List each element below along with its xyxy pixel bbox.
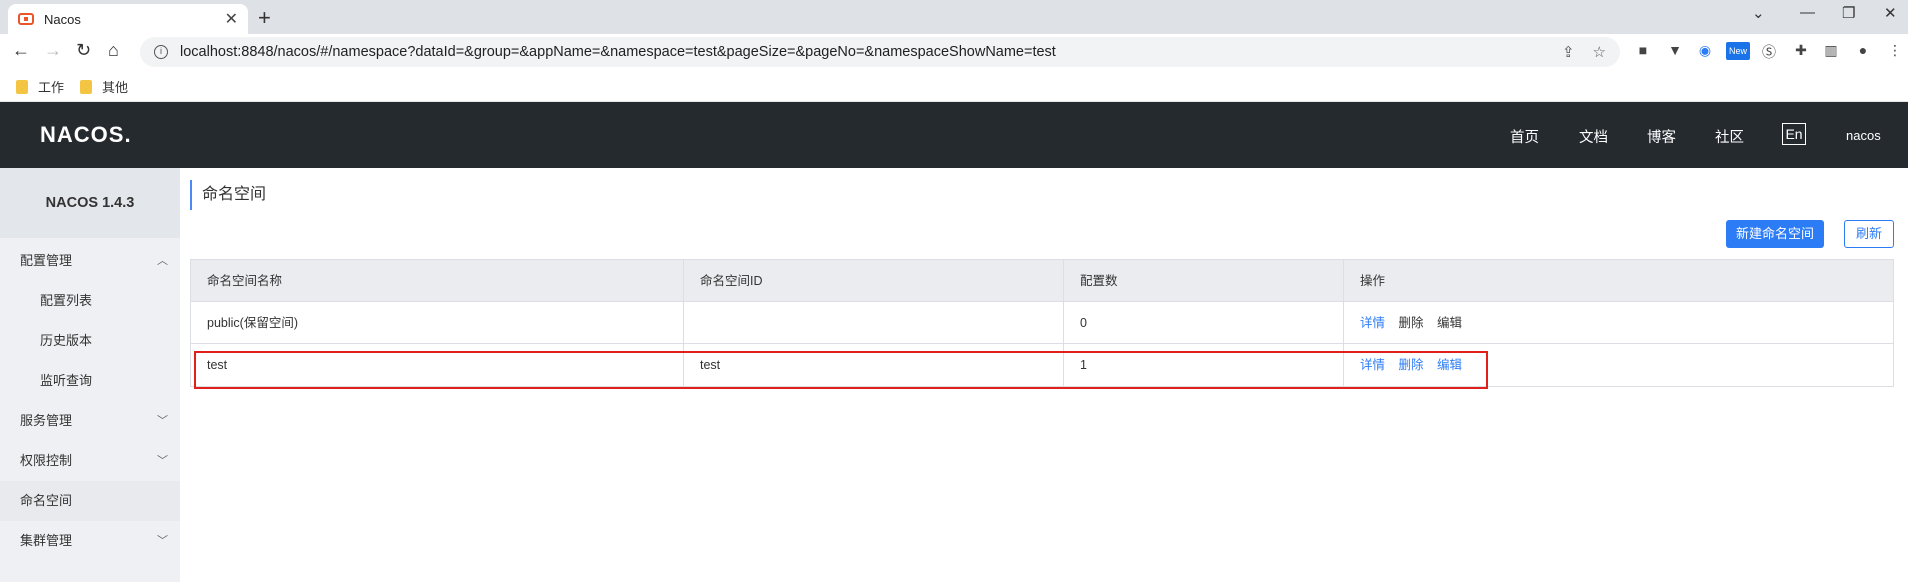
namespace-name-cell: test bbox=[191, 344, 684, 386]
chevron-up-icon: ︿ bbox=[157, 255, 168, 267]
column-header-config-count: 配置数 bbox=[1064, 260, 1344, 302]
chevron-down-icon: ﹀ bbox=[157, 455, 168, 467]
sidebar-item-label: 配置列表 bbox=[40, 293, 93, 308]
bookmark-label: 工作 bbox=[38, 80, 65, 95]
browser-menu-icon[interactable]: ⋮ bbox=[1886, 42, 1904, 60]
side-panel-icon[interactable]: ▥ bbox=[1822, 42, 1840, 60]
chevron-down-icon: ﹀ bbox=[157, 535, 168, 547]
reload-icon[interactable]: ↻ bbox=[76, 40, 91, 61]
sidebar-item-namespace[interactable]: 命名空间 bbox=[0, 481, 180, 521]
home-icon[interactable]: ⌂ bbox=[108, 40, 119, 61]
sidebar-item-service-management[interactable]: 服务管理 ﹀ bbox=[0, 401, 180, 441]
edit-link[interactable]: 编辑 bbox=[1437, 358, 1462, 372]
table-header-row: 命名空间名称 命名空间ID 配置数 操作 bbox=[191, 260, 1893, 302]
nacos-logo[interactable]: NACOS. bbox=[40, 122, 132, 148]
app-header: NACOS. 首页 文档 博客 社区 En nacos bbox=[0, 102, 1908, 168]
extension-bear-icon[interactable]: ■ bbox=[1634, 42, 1652, 60]
nav-docs[interactable]: 文档 bbox=[1579, 126, 1608, 147]
sidebar-item-cluster-management[interactable]: 集群管理 ﹀ bbox=[0, 521, 180, 561]
language-switch[interactable]: En bbox=[1782, 123, 1806, 145]
create-namespace-button[interactable]: 新建命名空间 bbox=[1726, 220, 1824, 248]
bookmarks-bar: 工作 其他 bbox=[0, 70, 1908, 102]
operations-cell: 详情 删除 编辑 bbox=[1344, 344, 1895, 386]
sidebar-item-label: 监听查询 bbox=[40, 373, 93, 388]
extension-circle-icon[interactable]: ◉ bbox=[1696, 42, 1714, 60]
refresh-button[interactable]: 刷新 bbox=[1844, 220, 1894, 248]
edit-link[interactable]: 编辑 bbox=[1437, 316, 1462, 330]
sidebar-item-label: 权限控制 bbox=[20, 453, 73, 468]
folder-icon bbox=[80, 79, 92, 94]
details-link[interactable]: 详情 bbox=[1360, 358, 1385, 372]
folder-icon bbox=[16, 79, 28, 94]
bookmark-folder-work[interactable]: 工作 bbox=[16, 77, 64, 96]
share-icon[interactable]: ⇪ bbox=[1562, 43, 1575, 61]
nav-blog[interactable]: 博客 bbox=[1647, 126, 1676, 147]
details-link[interactable]: 详情 bbox=[1360, 316, 1385, 330]
close-tab-icon[interactable]: ✕ bbox=[225, 9, 238, 29]
sidebar-item-label: 集群管理 bbox=[20, 533, 73, 548]
config-count-cell: 1 bbox=[1064, 344, 1344, 386]
restore-icon[interactable]: ❐ bbox=[1842, 4, 1855, 22]
sidebar-item-history[interactable]: 历史版本 bbox=[0, 321, 180, 361]
sidebar: NACOS 1.4.3 配置管理 ︿ 配置列表 历史版本 监听查询 服务管理 ﹀… bbox=[0, 168, 180, 582]
nacos-favicon-icon bbox=[18, 13, 34, 25]
sidebar-item-label: 历史版本 bbox=[40, 333, 93, 348]
user-name[interactable]: nacos bbox=[1846, 128, 1881, 143]
bookmark-folder-other[interactable]: 其他 bbox=[80, 77, 128, 96]
version-label: NACOS 1.4.3 bbox=[0, 168, 180, 238]
address-bar[interactable]: i localhost:8848/nacos/#/namespace?dataI… bbox=[140, 37, 1620, 67]
close-window-icon[interactable]: ✕ bbox=[1884, 4, 1897, 22]
table-row: public(保留空间) 0 详情 删除 编辑 bbox=[191, 302, 1893, 344]
extension-s-icon[interactable]: Ⓢ bbox=[1760, 42, 1778, 60]
column-header-name: 命名空间名称 bbox=[191, 260, 684, 302]
config-count-cell: 0 bbox=[1064, 302, 1344, 344]
operations-cell: 详情 删除 编辑 bbox=[1344, 302, 1895, 344]
namespace-name-cell: public(保留空间) bbox=[191, 302, 684, 344]
nav-community[interactable]: 社区 bbox=[1715, 126, 1744, 147]
extension-new-icon[interactable]: New bbox=[1726, 42, 1750, 60]
tab-search-chevron-icon[interactable]: ⌄ bbox=[1752, 4, 1765, 22]
minimize-icon[interactable]: — bbox=[1800, 4, 1815, 21]
chevron-down-icon: ﹀ bbox=[157, 415, 168, 427]
nav-home[interactable]: 首页 bbox=[1510, 126, 1539, 147]
extension-v-icon[interactable]: ▼ bbox=[1666, 42, 1684, 60]
forward-arrow-icon[interactable]: → bbox=[44, 40, 62, 61]
tab-title: Nacos bbox=[44, 11, 81, 27]
bookmark-star-icon[interactable]: ☆ bbox=[1593, 43, 1606, 61]
page-title: 命名空间 bbox=[190, 180, 266, 210]
sidebar-item-listener-query[interactable]: 监听查询 bbox=[0, 361, 180, 401]
sidebar-item-label: 服务管理 bbox=[20, 413, 73, 428]
table-row: test test 1 详情 删除 编辑 bbox=[191, 344, 1893, 386]
extensions-puzzle-icon[interactable]: ✚ bbox=[1792, 42, 1810, 60]
delete-link[interactable]: 删除 bbox=[1399, 316, 1424, 330]
delete-link[interactable]: 删除 bbox=[1399, 358, 1424, 372]
site-info-icon[interactable]: i bbox=[154, 45, 168, 59]
sidebar-item-config-list[interactable]: 配置列表 bbox=[0, 281, 180, 321]
sidebar-item-label: 配置管理 bbox=[20, 253, 73, 268]
sidebar-item-config-management[interactable]: 配置管理 ︿ bbox=[0, 241, 180, 281]
sidebar-item-label: 命名空间 bbox=[20, 493, 73, 508]
back-arrow-icon[interactable]: ← bbox=[12, 40, 30, 61]
browser-toolbar: ← → ↻ ⌂ i localhost:8848/nacos/#/namespa… bbox=[0, 34, 1908, 70]
sidebar-item-access-control[interactable]: 权限控制 ﹀ bbox=[0, 441, 180, 481]
namespace-id-cell bbox=[684, 302, 1064, 344]
browser-tab[interactable]: Nacos ✕ bbox=[8, 4, 248, 34]
namespace-id-cell: test bbox=[684, 344, 1064, 386]
column-header-id: 命名空间ID bbox=[684, 260, 1064, 302]
namespace-table: 命名空间名称 命名空间ID 配置数 操作 public(保留空间) 0 详情 删… bbox=[190, 259, 1894, 387]
bookmark-label: 其他 bbox=[102, 80, 129, 95]
column-header-operations: 操作 bbox=[1360, 274, 1386, 288]
new-tab-button[interactable]: + bbox=[258, 5, 271, 31]
url-text[interactable]: localhost:8848/nacos/#/namespace?dataId=… bbox=[180, 44, 1544, 60]
browser-tabbar: Nacos ✕ + ⌄ — ❐ ✕ bbox=[0, 0, 1908, 34]
profile-avatar-icon[interactable]: ● bbox=[1854, 42, 1872, 60]
